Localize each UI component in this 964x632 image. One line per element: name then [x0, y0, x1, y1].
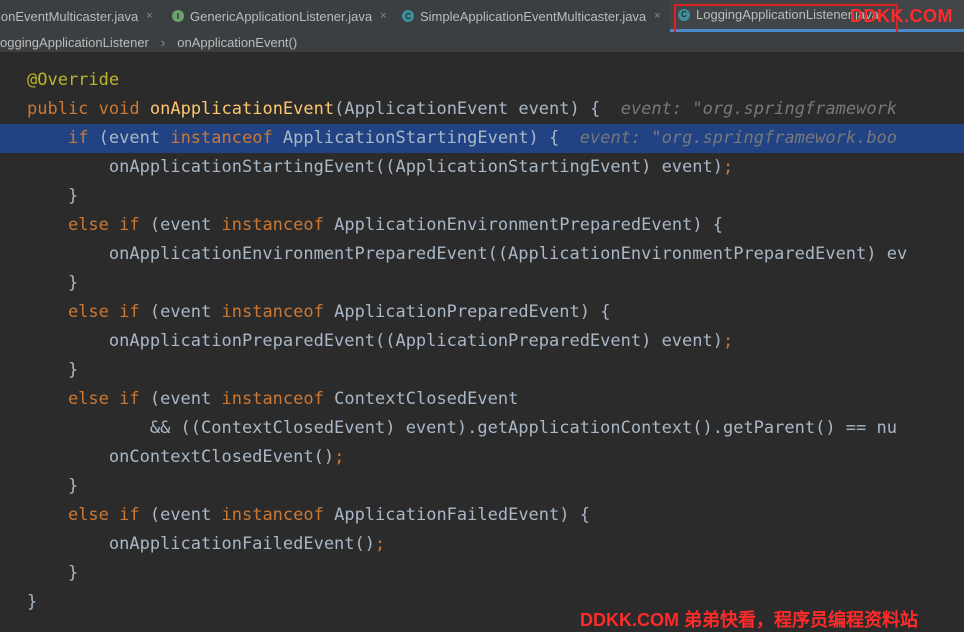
code-text: onContextClosedEvent() — [108, 447, 335, 467]
close-icon[interactable]: × — [146, 10, 152, 22]
code-line: onApplicationPreparedEvent((ApplicationP… — [0, 327, 964, 356]
code-editor[interactable]: @Override public void onApplicationEvent… — [0, 66, 964, 617]
method-name: onApplicationEvent — [149, 99, 335, 119]
semicolon: ; — [722, 331, 734, 351]
code-text: ApplicationEnvironmentPreparedEvent) { — [323, 215, 724, 235]
keyword: else if — [67, 215, 140, 235]
keyword: instanceof — [221, 505, 324, 525]
code-text: ApplicationStartingEvent) { — [272, 128, 560, 148]
code-line: else if (event instanceof ApplicationPre… — [0, 298, 964, 327]
code-line-current: if (event instanceof ApplicationStarting… — [0, 124, 964, 153]
keyword: instanceof — [170, 128, 273, 148]
code-line: else if (event instanceof ContextClosedE… — [0, 385, 964, 414]
code-line: } — [0, 182, 964, 211]
code-text: && ((ContextClosedEvent) event).getAppli… — [149, 418, 897, 438]
semicolon: ; — [722, 157, 734, 177]
watermark-text: DDKK.COM 弟弟快看，程序员编程资料站 — [580, 610, 918, 630]
code-line: && ((ContextClosedEvent) event).getAppli… — [0, 414, 964, 443]
code-line: } — [0, 356, 964, 385]
close-icon[interactable]: × — [654, 10, 660, 22]
keyword: else if — [67, 505, 140, 525]
code-text: (ApplicationEvent event) { — [334, 99, 601, 119]
tab-simple-event-multicaster[interactable]: C SimpleApplicationEventMulticaster.java… — [402, 0, 661, 32]
code-text: (event — [88, 128, 171, 148]
interface-icon: I — [172, 10, 184, 22]
code-text: onApplicationFailedEvent() — [108, 534, 375, 554]
code-line: public void onApplicationEvent(Applicati… — [0, 95, 964, 124]
keyword: if — [67, 128, 89, 148]
tab-label: GenericApplicationListener.java — [190, 8, 373, 24]
keyword: else if — [67, 302, 140, 322]
tab-label: SimpleApplicationEventMulticaster.java — [420, 8, 647, 24]
keyword: instanceof — [221, 215, 324, 235]
code-text: ContextClosedEvent — [323, 389, 519, 409]
keyword: void — [98, 99, 140, 119]
code-text: onApplicationStartingEvent((ApplicationS… — [108, 157, 723, 177]
code-text: } — [67, 360, 79, 380]
code-text: } — [67, 273, 79, 293]
code-line: onApplicationEnvironmentPreparedEvent((A… — [0, 240, 964, 269]
keyword: public — [27, 99, 89, 119]
class-icon: C — [402, 10, 414, 22]
code-line: else if (event instanceof ApplicationEnv… — [0, 211, 964, 240]
breadcrumb: oggingApplicationListener › onApplicatio… — [0, 32, 964, 53]
annotation: @Override — [27, 70, 120, 90]
code-line: } — [0, 559, 964, 588]
tab-event-multicaster[interactable]: ionEventMulticaster.java × — [0, 0, 153, 32]
code-text: onApplicationEnvironmentPreparedEvent((A… — [108, 244, 908, 264]
code-line: @Override — [0, 66, 964, 95]
keyword: else if — [67, 389, 140, 409]
code-line: onApplicationStartingEvent((ApplicationS… — [0, 153, 964, 182]
tab-generic-application-listener[interactable]: I GenericApplicationListener.java × — [172, 0, 387, 32]
code-line: } — [0, 472, 964, 501]
code-text: (event — [139, 389, 222, 409]
semicolon: ; — [375, 534, 386, 554]
code-text: (event — [139, 505, 222, 525]
code-text: ApplicationFailedEvent) { — [323, 505, 590, 525]
keyword: instanceof — [221, 302, 324, 322]
keyword: instanceof — [221, 389, 324, 409]
code-text: } — [67, 186, 79, 206]
semicolon: ; — [334, 447, 345, 467]
code-text: } — [67, 476, 79, 496]
breadcrumb-class[interactable]: oggingApplicationListener — [0, 35, 153, 50]
code-line: } — [0, 269, 964, 298]
debug-inline-hint: event: "org.springframework.boo — [579, 128, 898, 148]
code-text: onApplicationPreparedEvent((ApplicationP… — [108, 331, 723, 351]
code-line: onApplicationFailedEvent(); — [0, 530, 964, 559]
close-icon[interactable]: × — [380, 10, 386, 22]
code-line: else if (event instanceof ApplicationFai… — [0, 501, 964, 530]
code-line: onContextClosedEvent(); — [0, 443, 964, 472]
code-text: ApplicationPreparedEvent) { — [323, 302, 611, 322]
breadcrumb-method[interactable]: onApplicationEvent() — [173, 35, 301, 50]
code-text: } — [27, 592, 38, 612]
code-text: (event — [139, 215, 222, 235]
debug-inline-hint: event: "org.springframework — [620, 99, 898, 119]
tab-label: ionEventMulticaster.java — [0, 8, 139, 24]
breadcrumb-separator-icon: › — [160, 34, 166, 50]
code-text: (event — [139, 302, 222, 322]
code-text: } — [67, 563, 79, 583]
watermark-logo: DDKK.COM — [850, 6, 953, 26]
